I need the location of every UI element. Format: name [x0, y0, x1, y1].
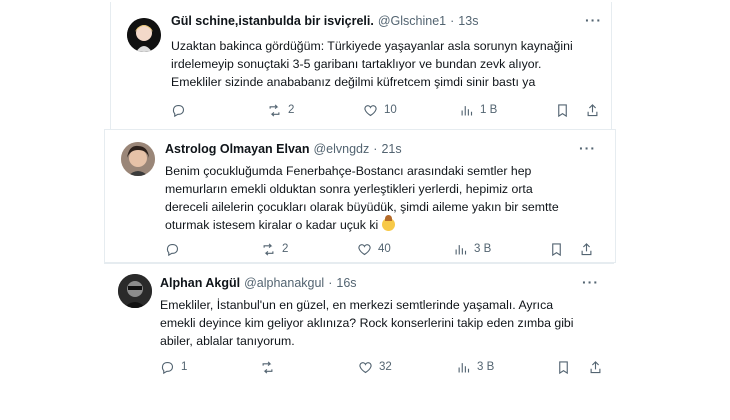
- reply-button[interactable]: [165, 242, 186, 257]
- views-button[interactable]: 1 B: [459, 103, 497, 118]
- views-button[interactable]: 3 B: [456, 360, 494, 375]
- tweet-text: Uzaktan bakinca gördüğüm: Türkiyede yaşa…: [171, 37, 601, 91]
- retweet-button[interactable]: 2: [261, 242, 288, 257]
- views-icon: [461, 105, 473, 115]
- reply-icon: [161, 361, 174, 374]
- reply-button[interactable]: [171, 103, 192, 118]
- tweet-line: Uzaktan bakinca gördüğüm: Türkiyede yaşa…: [171, 39, 573, 53]
- bookmark-button[interactable]: [556, 360, 571, 375]
- retweet-count: 2: [282, 243, 289, 255]
- avatar-image: [121, 142, 155, 176]
- timestamp[interactable]: 13s: [458, 14, 478, 28]
- bookmark-button[interactable]: [549, 242, 564, 257]
- display-name[interactable]: Gül schine,istanbulda bir isviçreli.: [171, 14, 374, 28]
- share-button[interactable]: [579, 242, 594, 257]
- person-shrugging-emoji-icon: [381, 215, 395, 231]
- views-icon: [455, 244, 467, 254]
- more-icon[interactable]: ···: [582, 274, 599, 290]
- avatar-image: [127, 18, 161, 52]
- tweet[interactable]: Astrolog Olmayan Elvan @elvngdz · 21s ··…: [104, 129, 616, 263]
- heart-icon: [364, 104, 377, 116]
- reply-icon: [166, 243, 179, 256]
- separator-dot: ·: [373, 142, 378, 156]
- tweet-line: memurların emekli olduktan sonra yerleşt…: [165, 182, 533, 196]
- tweet-text: Emekliler, İstanbul'un en güzel, en merk…: [160, 296, 610, 350]
- timestamp[interactable]: 21s: [381, 142, 401, 156]
- like-button[interactable]: 32: [358, 360, 392, 375]
- like-count: 40: [378, 243, 391, 255]
- bookmark-icon: [558, 103, 567, 117]
- tweet-header: Gül schine,istanbulda bir isviçreli. @Gl…: [171, 14, 478, 28]
- bookmark-button[interactable]: [555, 103, 570, 118]
- more-icon[interactable]: ···: [579, 140, 596, 156]
- avatar[interactable]: [121, 142, 155, 176]
- separator-dot: ·: [328, 276, 333, 290]
- tweet-line-text: oturmak istesem kiralar o kadar uçuk ki: [165, 218, 379, 232]
- views-count: 3 B: [474, 243, 492, 255]
- tweet-line: oturmak istesem kiralar o kadar uçuk ki: [165, 215, 605, 234]
- tweet-line: Benim çocukluğumda Fenerbahçe-Bostancı a…: [165, 164, 532, 178]
- retweet-icon: [269, 103, 280, 117]
- more-icon[interactable]: ···: [585, 12, 602, 28]
- tweet-line: abiler, ablalar tanıyorum.: [160, 334, 295, 348]
- share-icon: [581, 242, 592, 255]
- timestamp[interactable]: 16s: [336, 276, 356, 290]
- avatar-image: [118, 274, 152, 308]
- reply-count: 1: [181, 361, 188, 373]
- tweet-header: Alphan Akgül @alphanakgul · 16s: [160, 276, 357, 290]
- views-count: 1 B: [480, 104, 498, 116]
- avatar[interactable]: [127, 18, 161, 52]
- action-bar: 2 10 1 B: [171, 101, 601, 119]
- retweet-button[interactable]: 2: [267, 103, 294, 118]
- tweet-text: Benim çocukluğumda Fenerbahçe-Bostancı a…: [165, 162, 605, 234]
- share-icon: [590, 360, 601, 373]
- share-button[interactable]: [588, 360, 603, 375]
- tweet-line: dereceli ailelerin çocukları olarak büyü…: [165, 200, 559, 214]
- reply-button[interactable]: 1: [160, 360, 187, 375]
- user-handle[interactable]: @Glschine1: [378, 14, 446, 28]
- action-bar: 2 40 3 B: [165, 240, 595, 258]
- reply-icon: [172, 104, 185, 117]
- like-count: 32: [379, 361, 392, 373]
- action-bar: 1 32 3 B: [160, 358, 603, 376]
- tweet-line: Emekliler sizinde anababanız değilmi küf…: [171, 75, 536, 89]
- views-button[interactable]: 3 B: [453, 242, 491, 257]
- like-button[interactable]: 10: [363, 103, 397, 118]
- tweet[interactable]: Alphan Akgül @alphanakgul · 16s ··· Emek…: [104, 263, 614, 414]
- bookmark-icon: [559, 360, 568, 374]
- tweet-line: emekli deyince kim geliyor aklınıza? Roc…: [160, 316, 574, 330]
- heart-icon: [358, 243, 371, 255]
- share-icon: [587, 103, 598, 116]
- like-count: 10: [384, 104, 397, 116]
- views-icon: [458, 362, 470, 372]
- retweet-icon: [263, 242, 274, 256]
- views-count: 3 B: [477, 361, 495, 373]
- retweet-icon: [262, 360, 273, 374]
- bookmark-icon: [552, 242, 561, 256]
- heart-icon: [359, 361, 372, 373]
- share-button[interactable]: [585, 103, 600, 118]
- retweet-count: 2: [288, 104, 295, 116]
- tweet-header: Astrolog Olmayan Elvan @elvngdz · 21s: [165, 142, 402, 156]
- like-button[interactable]: 40: [357, 242, 391, 257]
- separator-dot: ·: [450, 14, 455, 28]
- retweet-button[interactable]: [260, 360, 281, 375]
- tweet[interactable]: Gül schine,istanbulda bir isviçreli. @Gl…: [110, 2, 612, 131]
- user-handle[interactable]: @elvngdz: [313, 142, 369, 156]
- tweet-line: Emekliler, İstanbul'un en güzel, en merk…: [160, 298, 554, 312]
- avatar[interactable]: [118, 274, 152, 308]
- display-name[interactable]: Astrolog Olmayan Elvan: [165, 142, 309, 156]
- display-name[interactable]: Alphan Akgül: [160, 276, 240, 290]
- user-handle[interactable]: @alphanakgul: [244, 276, 324, 290]
- tweet-line: irdelemeyip sonuçtaki 3-5 garibanı tarta…: [171, 57, 542, 71]
